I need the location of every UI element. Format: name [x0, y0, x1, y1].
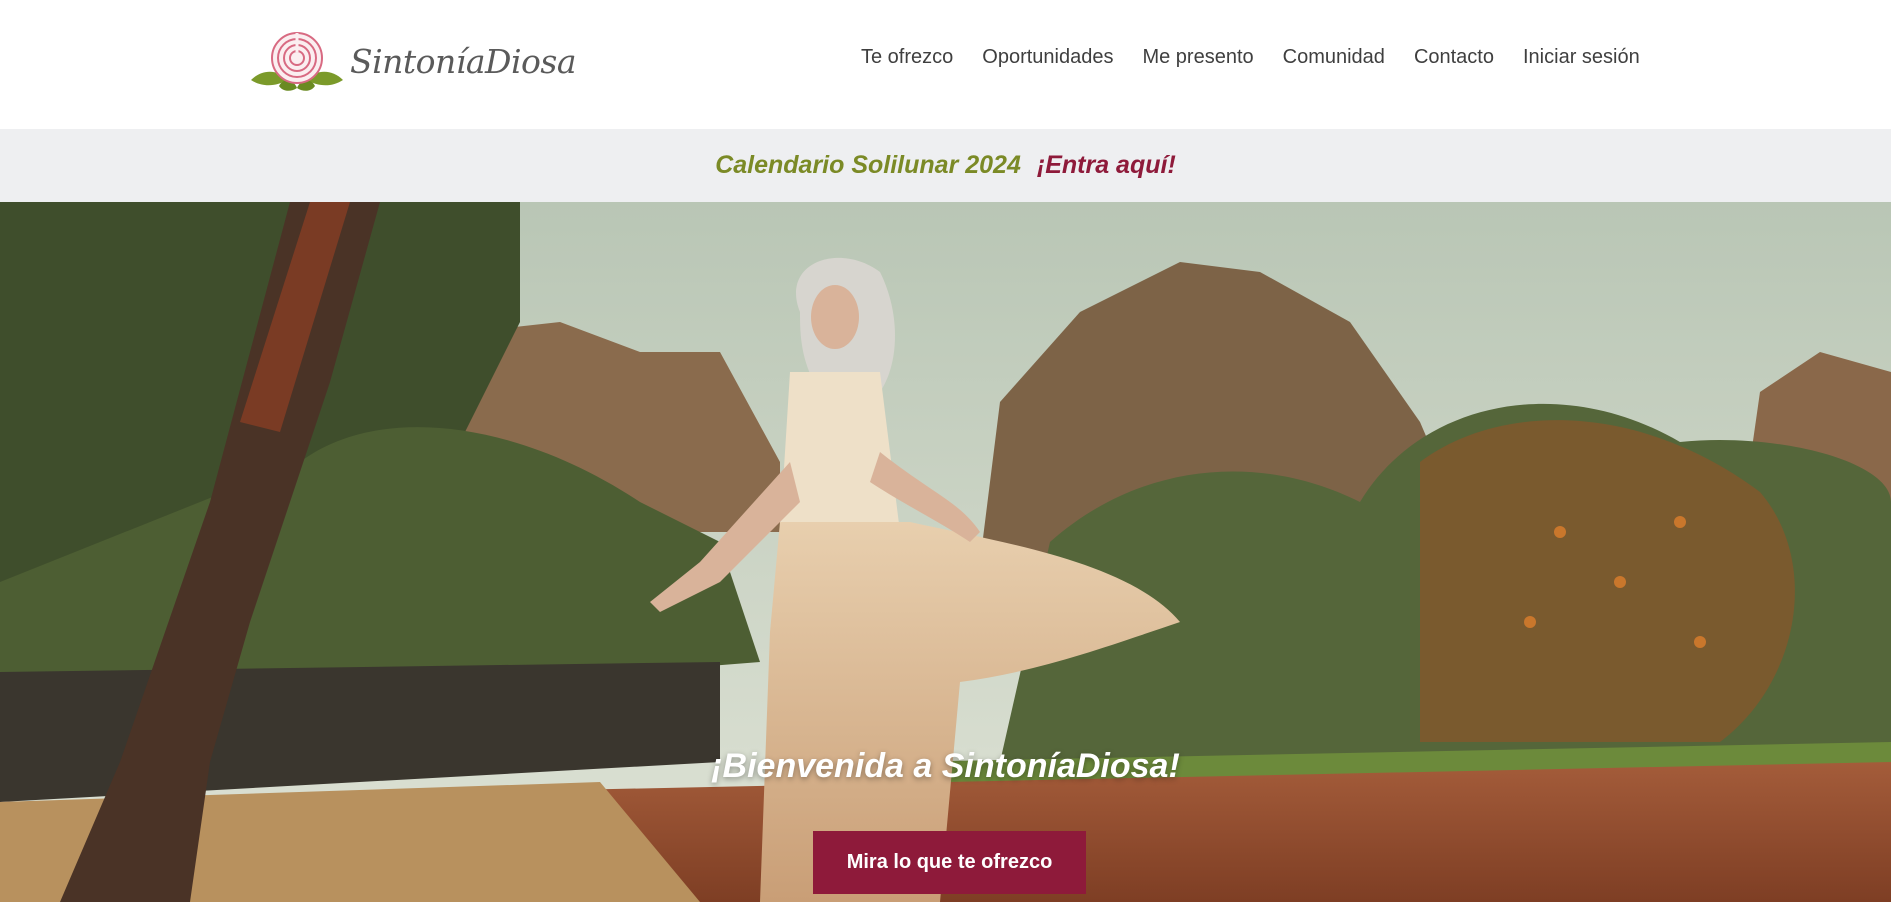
promo-bar: Calendario Solilunar 2024 ¡Entra aquí!: [0, 129, 1891, 202]
labyrinth-rose-icon: [251, 32, 343, 91]
brand-name: SintoníaDiosa: [350, 41, 577, 81]
nav-item-te-ofrezco[interactable]: Te ofrezco: [861, 46, 953, 69]
nav-item-contacto[interactable]: Contacto: [1414, 46, 1494, 69]
main-nav: Te ofrezco Oportunidades Me presento Com…: [861, 46, 1640, 69]
hero-section: ¡Bienvenida a SintoníaDiosa! Mira lo que…: [0, 202, 1891, 902]
hero-title: ¡Bienvenida a SintoníaDiosa!: [711, 747, 1180, 785]
hero-cta-button[interactable]: Mira lo que te ofrezco: [813, 831, 1086, 894]
site-header: SintoníaDiosa Te ofrezco Oportunidades M…: [0, 0, 1891, 129]
nav-item-comunidad[interactable]: Comunidad: [1283, 46, 1385, 69]
nav-item-oportunidades[interactable]: Oportunidades: [982, 46, 1113, 69]
promo-title: Calendario Solilunar 2024: [715, 151, 1021, 179]
nav-item-iniciar-sesion[interactable]: Iniciar sesión: [1523, 46, 1640, 69]
nav-item-me-presento[interactable]: Me presento: [1142, 46, 1253, 69]
site-logo[interactable]: SintoníaDiosa: [249, 28, 577, 94]
promo-link[interactable]: ¡Entra aquí!: [1037, 151, 1176, 180]
hero-image: [0, 202, 1891, 902]
